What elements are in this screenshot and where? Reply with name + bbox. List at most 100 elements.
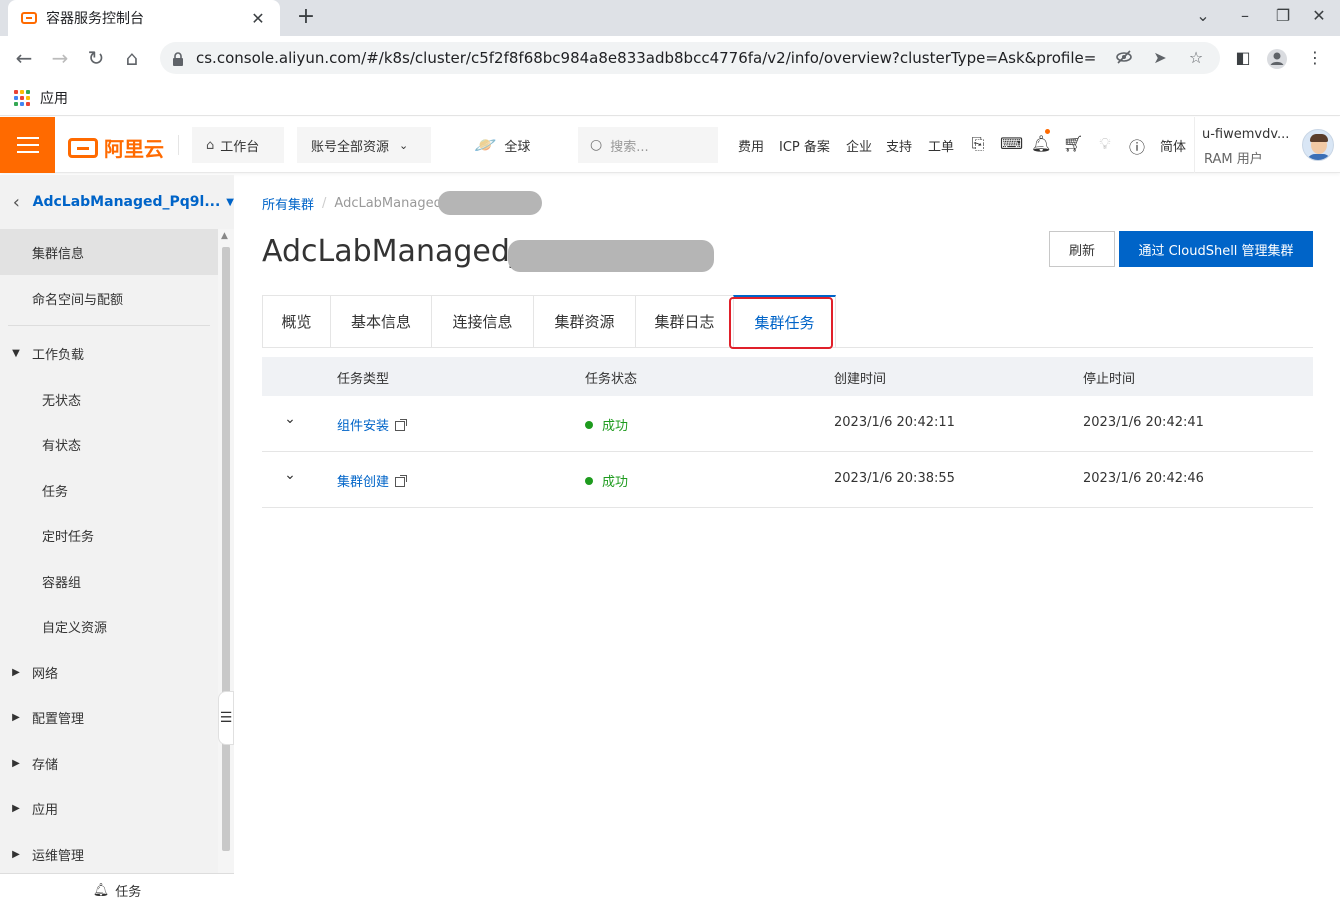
bell-icon[interactable]: 🔔︎ (1031, 134, 1051, 153)
app-download-icon[interactable]: ⎘ (968, 134, 988, 154)
avatar[interactable] (1302, 129, 1334, 161)
task-status: 成功 (585, 471, 628, 490)
resources-label: 账号全部资源 (311, 139, 390, 155)
aliyun-logo-icon (68, 137, 98, 158)
window-close-icon[interactable]: ✕ (1308, 6, 1330, 25)
tab-connection-info[interactable]: 连接信息 (431, 295, 534, 347)
forward-icon[interactable]: → (48, 46, 72, 70)
minimize-icon[interactable]: – (1234, 6, 1256, 25)
scrollbar-thumb[interactable] (222, 247, 230, 851)
aliyun-logo[interactable]: 阿里云 (68, 133, 164, 162)
tab-overview[interactable]: 概览 (262, 295, 331, 347)
sidebar-item-workloads[interactable]: ▼ 工作负载 (0, 330, 218, 376)
apps-bookmark[interactable]: 应用 (40, 88, 68, 108)
column-header-stopped: 停止时间 (1083, 372, 1136, 387)
sidebar-item-cluster-info[interactable]: 集群信息 (0, 229, 218, 275)
sidebar-item-label: 应用 (32, 802, 59, 818)
link-billing[interactable]: 费用 (738, 136, 764, 155)
sidebar-item-label: 命名空间与配额 (32, 292, 124, 308)
link-icp[interactable]: ICP 备案 (779, 136, 830, 155)
table-row: ⌄ 组件安装 成功 2023/1/6 20:42:11 2023/1/6 20:… (262, 396, 1313, 452)
hamburger-menu-icon[interactable] (0, 117, 55, 173)
cloudshell-button[interactable]: 通过 CloudShell 管理集群 (1119, 231, 1313, 267)
sidebar-menu: 集群信息 命名空间与配额 ▼ 工作负载 无状态 有状态 任务 定时任务 容器组 … (0, 229, 218, 873)
sidebar-item-deployments[interactable]: 无状态 (0, 376, 218, 422)
cluster-selector[interactable]: AdcLabManaged_Pq9l... (33, 194, 221, 210)
chevron-left-icon[interactable]: ‹ (0, 192, 33, 213)
help-icon[interactable]: ⓘ (1127, 134, 1147, 158)
collapse-sidebar-icon[interactable]: ☰ (218, 691, 234, 745)
sidebar-scrollbar[interactable]: ▲ (218, 229, 234, 873)
search-input[interactable]: ○ 搜索... (578, 127, 718, 163)
workbench-button[interactable]: ⌂ 工作台 (192, 127, 284, 163)
expand-chevron-icon[interactable]: ⌄ (280, 411, 300, 427)
cart-icon[interactable]: 🛒︎ (1063, 134, 1083, 153)
browser-tab[interactable]: 容器服务控制台 ✕ (8, 0, 280, 36)
scroll-up-icon[interactable]: ▲ (221, 231, 228, 241)
region-selector[interactable]: 🪐 全球 (474, 127, 530, 163)
link-support[interactable]: 支持 (886, 136, 912, 155)
tasks-footer-button[interactable]: 🔔︎ 任务 (0, 873, 234, 906)
home-icon[interactable]: ⌂ (120, 46, 144, 70)
side-panel-icon[interactable]: ◧ (1232, 48, 1254, 70)
language-switch[interactable]: 简体 (1160, 136, 1186, 155)
column-header-created: 创建时间 (834, 372, 887, 387)
user-role: RAM 用户 (1204, 152, 1263, 167)
workbench-label: 工作台 (220, 139, 260, 155)
caret-right-icon: ▶ (12, 802, 20, 814)
link-ticket[interactable]: 工单 (928, 136, 954, 155)
sidebar-item-config[interactable]: ▶ 配置管理 (0, 694, 218, 740)
sidebar-item-jobs[interactable]: 任务 (0, 467, 218, 513)
refresh-button[interactable]: 刷新 (1049, 231, 1115, 267)
sidebar-item-pods[interactable]: 容器组 (0, 558, 218, 604)
url-text: cs.console.aliyun.com/#/k8s/cluster/c5f2… (196, 49, 1096, 67)
caret-down-icon: ▼ (12, 347, 20, 359)
sidebar: ‹ AdcLabManaged_Pq9l... ▼ 集群信息 命名空间与配额 ▼… (0, 175, 234, 906)
sidebar-item-label: 存储 (32, 757, 59, 773)
terminal-icon[interactable]: ⌨ (1000, 134, 1023, 153)
task-type-link[interactable]: 组件安装 (337, 415, 408, 434)
tab-close-icon[interactable]: ✕ (248, 9, 268, 28)
sidebar-item-network[interactable]: ▶ 网络 (0, 649, 218, 695)
caret-down-icon[interactable]: ▼ (226, 197, 234, 208)
region-label: 全球 (504, 139, 531, 155)
new-tab-button[interactable]: + (292, 4, 320, 29)
caret-right-icon: ▶ (12, 757, 20, 769)
tab-cluster-logs[interactable]: 集群日志 (635, 295, 734, 347)
expand-chevron-icon[interactable]: ⌄ (280, 467, 300, 483)
caret-right-icon: ▶ (12, 711, 20, 723)
sidebar-item-statefulsets[interactable]: 有状态 (0, 421, 218, 467)
external-link-icon (395, 475, 408, 487)
restore-icon[interactable]: ❐ (1272, 6, 1294, 25)
task-type-link[interactable]: 集群创建 (337, 471, 408, 490)
user-name[interactable]: u-fiwemvdv... (1202, 127, 1289, 142)
tab-cluster-resources[interactable]: 集群资源 (533, 295, 636, 347)
sidebar-item-cronjobs[interactable]: 定时任务 (0, 512, 218, 558)
bookmark-star-icon[interactable]: ☆ (1186, 48, 1206, 68)
tab-basic-info[interactable]: 基本信息 (330, 295, 432, 347)
apps-grid-icon[interactable] (14, 89, 30, 106)
address-bar[interactable]: cs.console.aliyun.com/#/k8s/cluster/c5f2… (160, 42, 1220, 74)
table-row: ⌄ 集群创建 成功 2023/1/6 20:38:55 2023/1/6 20:… (262, 452, 1313, 508)
sidebar-item-namespace[interactable]: 命名空间与配额 (0, 275, 218, 321)
reload-icon[interactable]: ↻ (84, 46, 108, 70)
breadcrumb-all-clusters[interactable]: 所有集群 (262, 194, 314, 213)
lightbulb-icon[interactable]: 💡︎ (1095, 134, 1115, 154)
profile-icon[interactable] (1266, 48, 1288, 70)
highlight-box (729, 297, 833, 349)
back-icon[interactable]: ← (12, 46, 36, 70)
link-enterprise[interactable]: 企业 (846, 136, 872, 155)
sidebar-item-storage[interactable]: ▶ 存储 (0, 740, 218, 786)
send-icon[interactable]: ➤ (1150, 48, 1170, 68)
lock-icon (172, 51, 186, 66)
resources-dropdown[interactable]: 账号全部资源 ⌄ (297, 127, 431, 163)
console-topbar: 阿里云 ⌂ 工作台 账号全部资源 ⌄ 🪐 全球 ○ 搜索... 费用 ICP 备… (0, 117, 1340, 173)
sidebar-item-operations[interactable]: ▶ 运维管理 (0, 831, 218, 873)
search-icon: ○ (590, 137, 603, 153)
menu-kebab-icon[interactable]: ⋮ (1304, 48, 1326, 70)
sidebar-item-label: 工作负载 (32, 347, 85, 363)
sidebar-item-custom-resources[interactable]: 自定义资源 (0, 603, 218, 649)
sidebar-item-applications[interactable]: ▶ 应用 (0, 785, 218, 831)
eye-off-icon[interactable] (1114, 48, 1134, 68)
tab-search-icon[interactable]: ⌄ (1192, 6, 1214, 25)
